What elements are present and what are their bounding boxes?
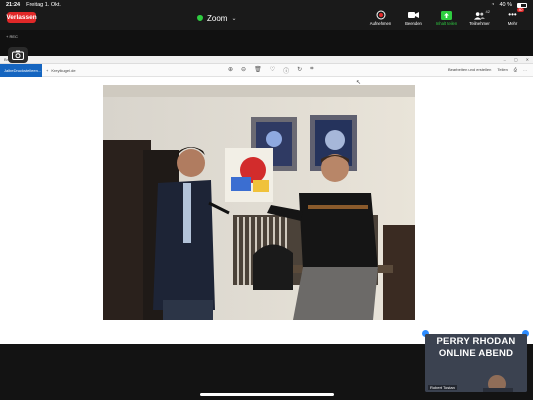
participant-count: 42 — [485, 9, 490, 14]
delete-icon[interactable]: 🗑 — [254, 66, 262, 75]
viewer-tools: ⊕ ⊖ 🗑 ♡ ⓘ ↻ ⌗ — [228, 66, 314, 75]
home-indicator[interactable] — [200, 393, 334, 396]
zoom-out-icon[interactable]: ⊖ — [241, 66, 246, 75]
more-icon: ••• — [508, 10, 517, 19]
participants-label: Teilnehmer — [469, 21, 490, 26]
zoom-in-icon[interactable]: ⊕ — [228, 66, 233, 75]
browser-toolbar: JalbeDruckstelleen... + Kreyikugel.de ⊕ … — [0, 63, 533, 77]
stop-video-label: Beenden — [405, 21, 422, 26]
video-camera-icon — [408, 10, 419, 20]
participants-icon — [474, 10, 485, 20]
close-icon[interactable]: ✕ — [526, 57, 529, 62]
share-doc-button[interactable]: Teilen — [497, 67, 507, 72]
info-icon[interactable]: ⓘ — [283, 66, 289, 75]
tab-active[interactable]: JalbeDruckstelleen... — [0, 63, 42, 77]
stop-video-button[interactable]: Beenden — [397, 10, 430, 26]
more-dots-icon[interactable]: … — [523, 67, 527, 72]
more-badge: 40 — [517, 8, 524, 12]
thumbnail-title-line1: PERRY RHODAN — [436, 336, 516, 347]
print-icon[interactable]: ⎙ — [514, 67, 517, 72]
photo-image — [103, 85, 415, 320]
minimize-icon[interactable]: – — [504, 57, 506, 62]
record-icon — [375, 10, 386, 20]
record-label: Aufnehmen — [369, 21, 392, 26]
chevron-down-icon: ⌄ — [231, 15, 237, 22]
participant-name: Robert Tostan — [428, 385, 457, 390]
shared-photo — [103, 85, 415, 320]
tab-second-label: Kreyikugel.de — [51, 67, 76, 73]
battery-icon — [517, 2, 527, 8]
zoom-title-text: Zoom — [207, 13, 228, 23]
zoom-top-bar: Verlassen Zoom ⌄ Aufnehmen Beenden Inhal… — [0, 8, 533, 30]
meeting-toolbar: Aufnehmen Beenden Inhalt teilen 42 Teiln… — [364, 8, 529, 26]
tab-second[interactable]: + Kreyikugel.de — [42, 68, 80, 73]
screenshot-camera-button[interactable] — [8, 47, 28, 63]
participants-button[interactable]: 42 Teilnehmer — [463, 9, 496, 26]
maximize-icon[interactable]: ▢ — [514, 57, 518, 62]
camera-icon — [12, 50, 24, 60]
shield-icon — [197, 15, 203, 21]
window-controls: – ▢ ✕ — [504, 57, 529, 62]
participant-thumbnail[interactable]: PERRY RHODAN ONLINE ABEND Robert Tostan — [425, 334, 527, 392]
plus-icon: + — [46, 67, 49, 73]
more-button[interactable]: ••• 40 Mehr — [496, 8, 529, 26]
heart-icon[interactable]: ♡ — [270, 66, 275, 75]
thumbnail-title-line2: ONLINE ABEND — [438, 348, 514, 359]
browser-titlebar: Broschure... – ▢ ✕ — [0, 56, 533, 64]
meeting-title[interactable]: Zoom ⌄ — [197, 12, 236, 24]
rec-label: + REC — [6, 34, 18, 39]
more-label: Mehr — [507, 21, 518, 26]
share-button[interactable]: Inhalt teilen — [430, 10, 463, 26]
right-tools: Bearbeiten und erstellen Teilen ⎙ … — [448, 67, 527, 72]
share-label: Inhalt teilen — [435, 21, 458, 26]
share-screen-icon — [441, 10, 452, 20]
meeting-strip: + REC — [0, 30, 533, 56]
leave-button[interactable]: Verlassen — [6, 12, 37, 23]
record-button[interactable]: Aufnehmen — [364, 10, 397, 26]
crop-icon[interactable]: ⌗ — [310, 66, 313, 75]
rotate-icon[interactable]: ↻ — [297, 66, 302, 75]
edit-button[interactable]: Bearbeiten und erstellen — [448, 67, 491, 72]
